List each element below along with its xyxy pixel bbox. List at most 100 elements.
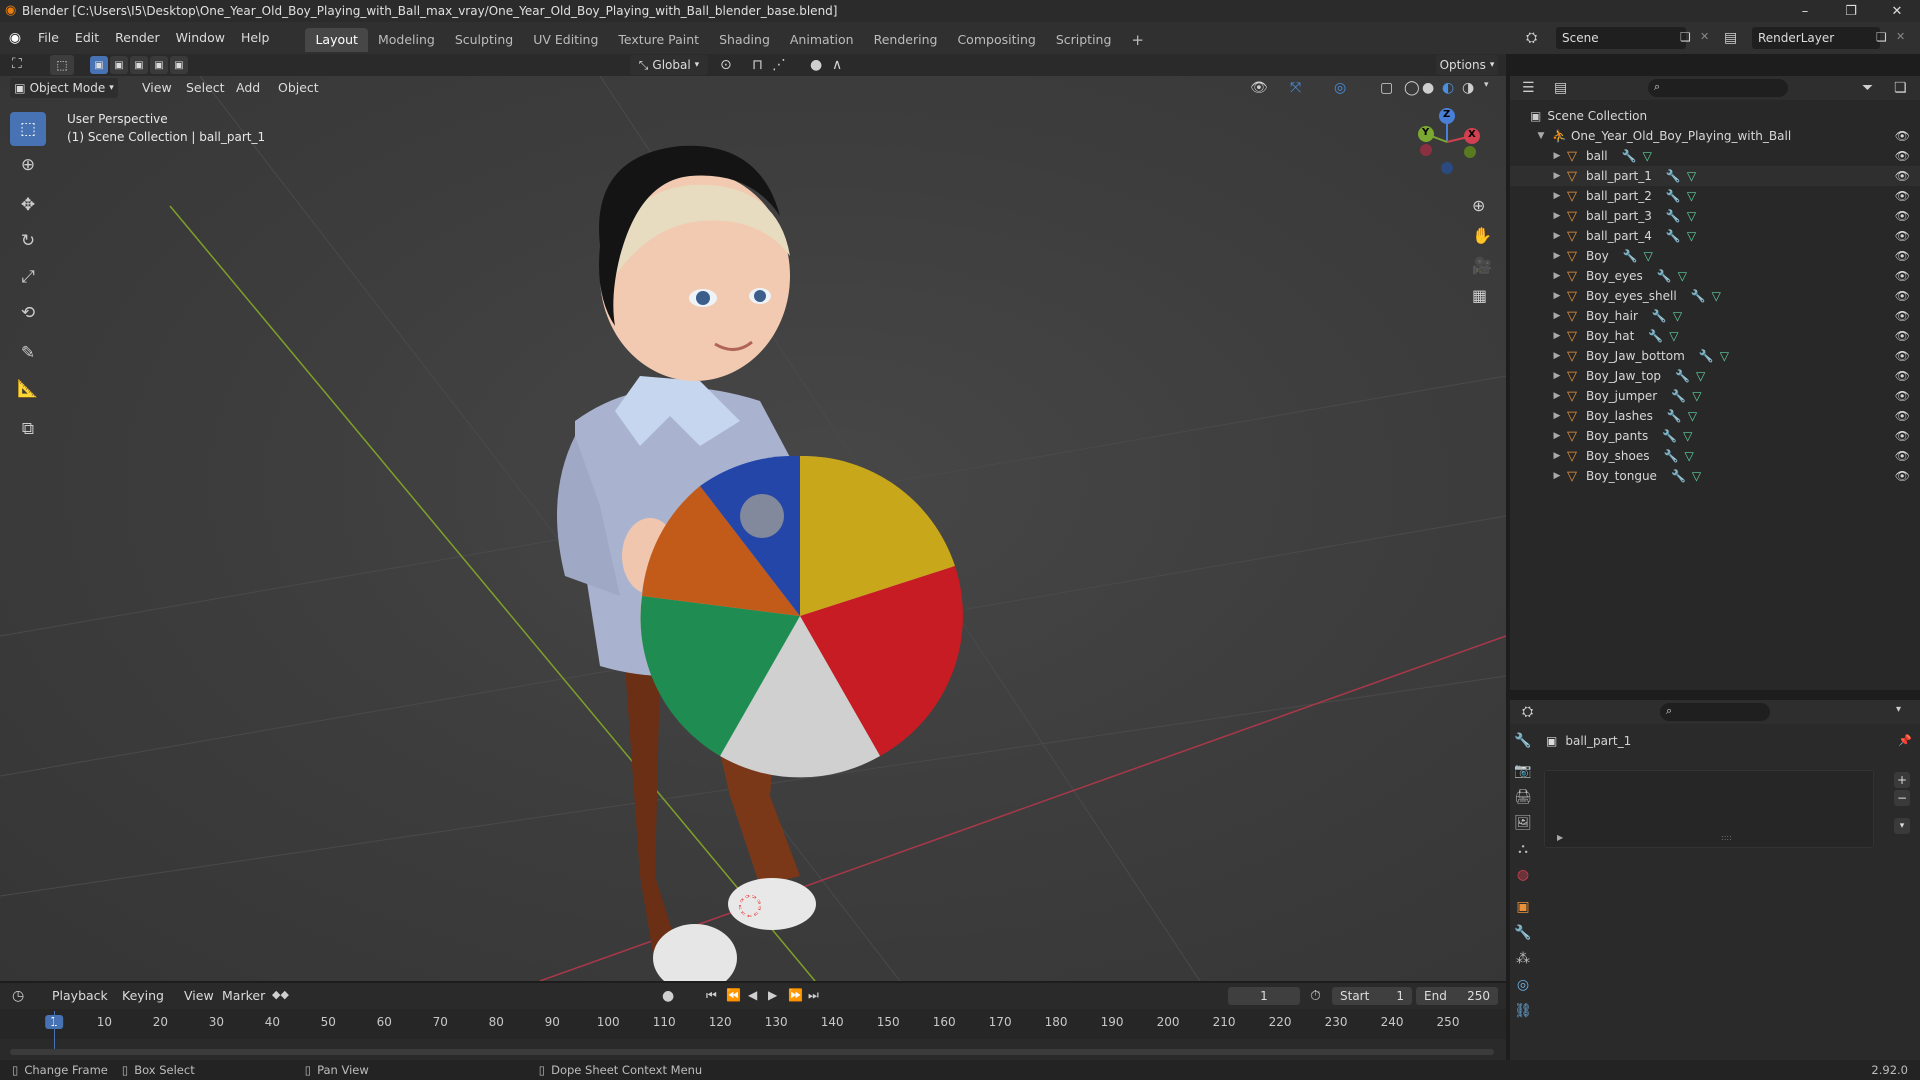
eye-icon[interactable]: 👁 (1895, 329, 1910, 343)
mesh-data-icon[interactable]: ▽ (1692, 469, 1701, 483)
jump-keyframe-forward-icon[interactable]: ⏩ (788, 988, 803, 1002)
wrench-icon[interactable]: 🔧 (1622, 149, 1637, 163)
blender-menu-icon[interactable]: ◉ (0, 30, 30, 46)
expand-triangle-icon[interactable]: ▶ (1557, 833, 1563, 842)
add-slot-button[interactable]: + (1894, 772, 1910, 788)
wrench-icon[interactable]: 🔧 (1652, 309, 1667, 323)
eye-icon[interactable]: 👁 (1895, 129, 1910, 143)
mesh-data-icon[interactable]: ▽ (1687, 169, 1696, 183)
mesh-data-icon[interactable]: ▽ (1692, 389, 1701, 403)
solid-shading-icon[interactable]: ● (1422, 80, 1434, 96)
outliner-item[interactable]: ▶ ▽ ball_part_4 🔧 ▽ 👁 (1510, 226, 1920, 246)
viewport-menu-view[interactable]: View (134, 76, 180, 100)
add-cube-tool-icon[interactable]: ⧉ (10, 412, 46, 446)
view-layer-tab-icon[interactable]: 🖼 (1510, 810, 1536, 836)
expand-triangle-icon[interactable]: ▶ (1550, 331, 1564, 341)
zoom-icon[interactable]: ⊕ (1472, 196, 1485, 215)
maximize-button[interactable]: ❐ (1828, 0, 1874, 22)
beach-ball-model[interactable] (640, 455, 963, 778)
gizmo-toggle-icon[interactable]: ⤧ (1290, 80, 1301, 96)
eye-icon[interactable]: 👁 (1895, 269, 1910, 283)
expand-triangle-icon[interactable]: ▶ (1550, 471, 1564, 481)
expand-triangle-icon[interactable]: ▶ (1550, 391, 1564, 401)
eye-icon[interactable]: 👁 (1895, 309, 1910, 323)
wrench-icon[interactable]: 🔧 (1691, 289, 1706, 303)
chevron-down-icon[interactable]: ▾ (1484, 80, 1489, 90)
measure-tool-icon[interactable]: 📐 (10, 372, 46, 406)
outliner-item[interactable]: ▶ ▽ Boy_pants 🔧 ▽ 👁 (1510, 426, 1920, 446)
add-workspace-button[interactable]: + (1121, 28, 1154, 52)
timeline-menu-marker[interactable]: Marker (214, 983, 273, 1009)
tab-compositing[interactable]: Compositing (947, 28, 1045, 52)
expand-triangle-icon[interactable]: ▶ (1550, 311, 1564, 321)
expand-triangle-icon[interactable]: ▶ (1550, 231, 1564, 241)
delete-scene-icon[interactable]: ✕ (1700, 30, 1709, 43)
3d-viewport[interactable]: ▣ Object Mode ▾ View Select Add Object 👁… (0, 76, 1506, 981)
expand-triangle-icon[interactable]: ▶ (1550, 211, 1564, 221)
mesh-data-icon[interactable]: ▽ (1687, 189, 1696, 203)
world-tab-icon[interactable]: ◍ (1510, 862, 1536, 888)
frame-end-field[interactable]: End 250 (1416, 987, 1498, 1005)
camera-view-icon[interactable]: 🎥 (1472, 256, 1492, 275)
eye-icon[interactable]: 👁 (1895, 209, 1910, 223)
tab-modeling[interactable]: Modeling (368, 28, 445, 52)
select-mode-new-icon[interactable]: ▣ (90, 56, 108, 74)
eye-icon[interactable]: 👁 (1895, 169, 1910, 183)
render-layer-icon[interactable]: ▤ (1724, 30, 1737, 46)
options-dropdown[interactable]: Options ▾ (1436, 55, 1498, 75)
timeline-menu-keying[interactable]: Keying (114, 983, 172, 1009)
tab-rendering[interactable]: Rendering (864, 28, 948, 52)
eye-icon[interactable]: 👁 (1895, 469, 1910, 483)
mesh-data-icon[interactable]: ▽ (1684, 449, 1693, 463)
outliner-search-input[interactable]: ⌕ (1648, 79, 1788, 97)
properties-search-input[interactable]: ⌕ (1660, 703, 1770, 721)
mesh-data-icon[interactable]: ▽ (1683, 429, 1692, 443)
new-collection-icon[interactable]: ❏ (1894, 80, 1907, 96)
panel-divider[interactable] (1510, 690, 1920, 696)
mesh-data-icon[interactable]: ▽ (1687, 209, 1696, 223)
eye-icon[interactable]: 👁 (1895, 389, 1910, 403)
material-shading-icon[interactable]: ◐ (1442, 80, 1454, 96)
scale-tool-icon[interactable]: ⤢ (10, 260, 46, 294)
tab-layout[interactable]: Layout (305, 28, 368, 52)
eye-icon[interactable]: 👁 (1895, 249, 1910, 263)
mesh-data-icon[interactable]: ▽ (1644, 249, 1653, 263)
current-frame-field[interactable]: 1 (1228, 987, 1300, 1005)
eye-icon[interactable]: 👁 (1895, 229, 1910, 243)
outliner-item[interactable]: ▶ ▽ Boy_eyes_shell 🔧 ▽ 👁 (1510, 286, 1920, 306)
timeline-ruler[interactable]: 1102030405060708090100110120130140150160… (0, 1009, 1506, 1039)
scene-selector[interactable]: Scene (1556, 27, 1686, 49)
jump-keyframe-back-icon[interactable]: ⏪ (726, 988, 741, 1002)
proportional-edit-icon[interactable]: ● (810, 57, 822, 73)
expand-triangle-icon[interactable]: ▶ (1550, 371, 1564, 381)
wrench-icon[interactable]: 🔧 (1662, 429, 1677, 443)
wrench-icon[interactable]: 🔧 (1666, 209, 1681, 223)
expand-triangle-icon[interactable]: ▶ (1550, 451, 1564, 461)
overlay-toggle-icon[interactable]: ◎ (1334, 80, 1346, 96)
expand-triangle-icon[interactable]: ▶ (1550, 251, 1564, 261)
expand-triangle-icon[interactable]: ▶ (1550, 151, 1564, 161)
outliner-item[interactable]: ▶ ▽ Boy_hair 🔧 ▽ 👁 (1510, 306, 1920, 326)
expand-triangle-icon[interactable]: ▶ (1550, 291, 1564, 301)
material-slot-list[interactable]: ▶ :::: (1544, 770, 1874, 848)
constraints-tab-icon[interactable]: ⛓ (1510, 998, 1536, 1024)
output-tab-icon[interactable]: 🖨 (1510, 784, 1536, 810)
eye-icon[interactable]: 👁 (1895, 429, 1910, 443)
auto-key-icon[interactable]: ● (662, 988, 674, 1004)
menu-file[interactable]: File (30, 22, 67, 54)
modifier-tab-icon[interactable]: 🔧 (1510, 920, 1536, 946)
remove-slot-button[interactable]: − (1894, 790, 1910, 806)
tab-scripting[interactable]: Scripting (1046, 28, 1122, 52)
wireframe-shading-icon[interactable]: ◯ (1404, 80, 1420, 96)
outliner-item[interactable]: ▶ ▽ Boy_eyes 🔧 ▽ 👁 (1510, 266, 1920, 286)
wrench-icon[interactable]: 🔧 (1671, 389, 1686, 403)
wrench-icon[interactable]: 🔧 (1666, 169, 1681, 183)
mesh-data-icon[interactable]: ▽ (1688, 409, 1697, 423)
play-icon[interactable]: ▶ (768, 988, 777, 1002)
new-scene-icon[interactable]: ❏ (1680, 30, 1691, 44)
chevron-down-icon[interactable]: ▾ (1896, 704, 1901, 715)
timeline-editor-icon[interactable]: ◷ (12, 988, 24, 1004)
mesh-data-icon[interactable]: ▽ (1643, 149, 1652, 163)
mesh-data-icon[interactable]: ▽ (1669, 329, 1678, 343)
slot-menu-button[interactable]: ▾ (1894, 818, 1910, 834)
